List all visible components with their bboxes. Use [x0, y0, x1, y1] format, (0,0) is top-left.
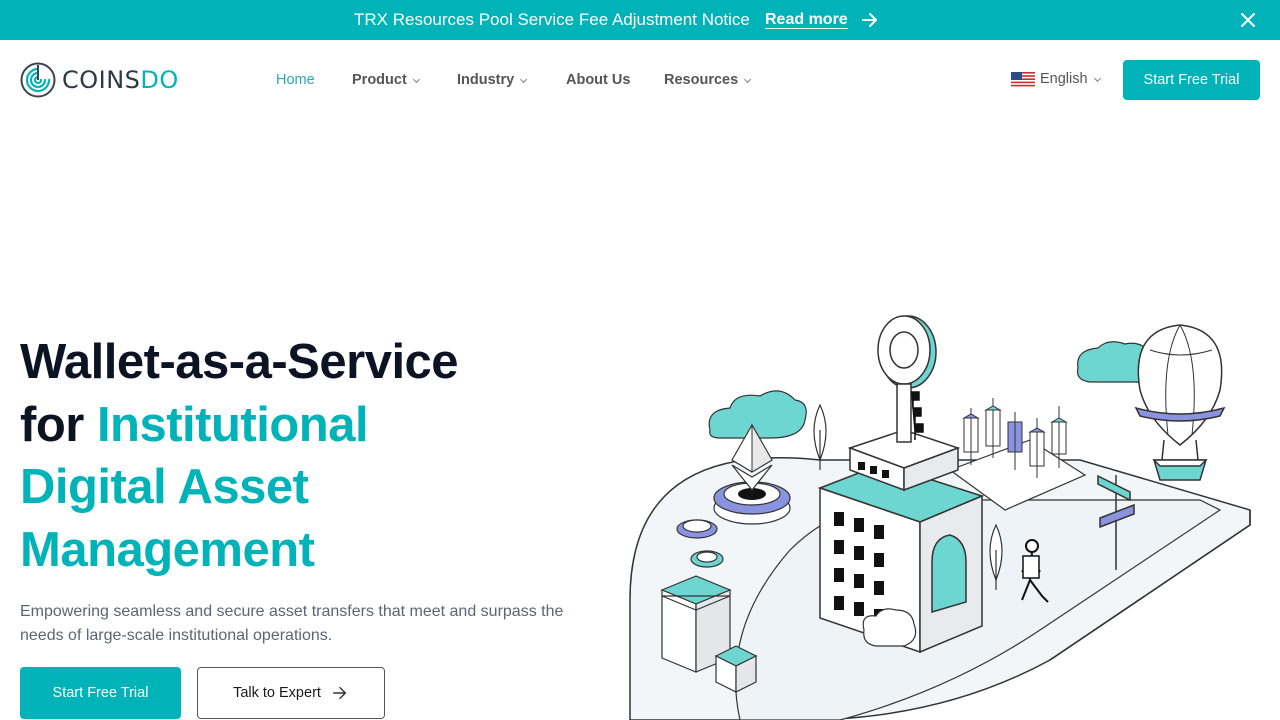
coinsdo-logo[interactable]: COINSDO	[20, 62, 190, 98]
hero-title-for: for	[20, 397, 97, 452]
logo-wordmark-accent: DO	[140, 66, 179, 94]
language-selector[interactable]: English	[1011, 71, 1102, 87]
hero-title-line2: for Institutional	[20, 394, 580, 457]
nav-about-us[interactable]: About Us	[566, 71, 630, 89]
illustration-key	[877, 315, 937, 443]
close-icon[interactable]	[1238, 10, 1258, 30]
announcement-text: TRX Resources Pool Service Fee Adjustmen…	[354, 10, 750, 29]
coinsdo-logo-icon	[20, 62, 56, 98]
hero-illustration	[629, 315, 1251, 720]
nav-resources-label: Resources	[664, 72, 739, 88]
us-flag-icon	[1011, 71, 1035, 87]
illustration-hot-air-balloon	[1134, 324, 1226, 481]
hero-title-accent-management: Management	[20, 522, 315, 577]
nav-industry-label: Industry	[457, 72, 515, 88]
logo-wordmark-main: COINS	[62, 66, 141, 94]
nav-home-label: Home	[276, 72, 315, 88]
talk-to-expert-button[interactable]: Talk to Expert	[197, 667, 385, 719]
hero-title-line1: Wallet-as-a-Service	[20, 335, 459, 389]
nav-product-label: Product	[352, 72, 407, 88]
nav-about-us-label: About Us	[566, 72, 631, 88]
logo-wordmark: COINSDO	[62, 66, 179, 94]
hero-start-free-trial-button[interactable]: Start Free Trial	[20, 667, 181, 719]
hero-title: Wallet-as-a-Service for Institutional Di…	[20, 331, 580, 581]
language-label: English	[1040, 71, 1088, 87]
arrow-right-icon	[332, 686, 347, 700]
chevron-down-icon	[1093, 77, 1101, 82]
talk-to-expert-label: Talk to Expert	[233, 685, 321, 701]
nav-industry[interactable]: Industry	[457, 71, 528, 89]
nav-home[interactable]: Home	[276, 71, 315, 89]
hero-title-accent-digital-asset: Digital Asset	[20, 460, 309, 514]
hero-subtitle: Empowering seamless and secure asset tra…	[20, 603, 564, 644]
arrow-right-icon[interactable]	[860, 10, 880, 30]
announcement-bar: TRX Resources Pool Service Fee Adjustmen…	[0, 0, 1280, 40]
hero-title-accent-institutional: Institutional	[96, 397, 369, 452]
chevron-down-icon	[744, 78, 752, 83]
illustration-cube-small	[714, 645, 758, 693]
nav-resources[interactable]: Resources	[664, 71, 752, 89]
nav-product[interactable]: Product	[352, 71, 421, 89]
header-start-free-trial-button[interactable]: Start Free Trial	[1123, 60, 1260, 100]
chevron-down-icon	[412, 78, 420, 83]
announcement-read-more-link[interactable]: Read more	[765, 11, 848, 29]
illustration-cloud-left	[708, 390, 807, 439]
chevron-down-icon	[520, 78, 528, 83]
